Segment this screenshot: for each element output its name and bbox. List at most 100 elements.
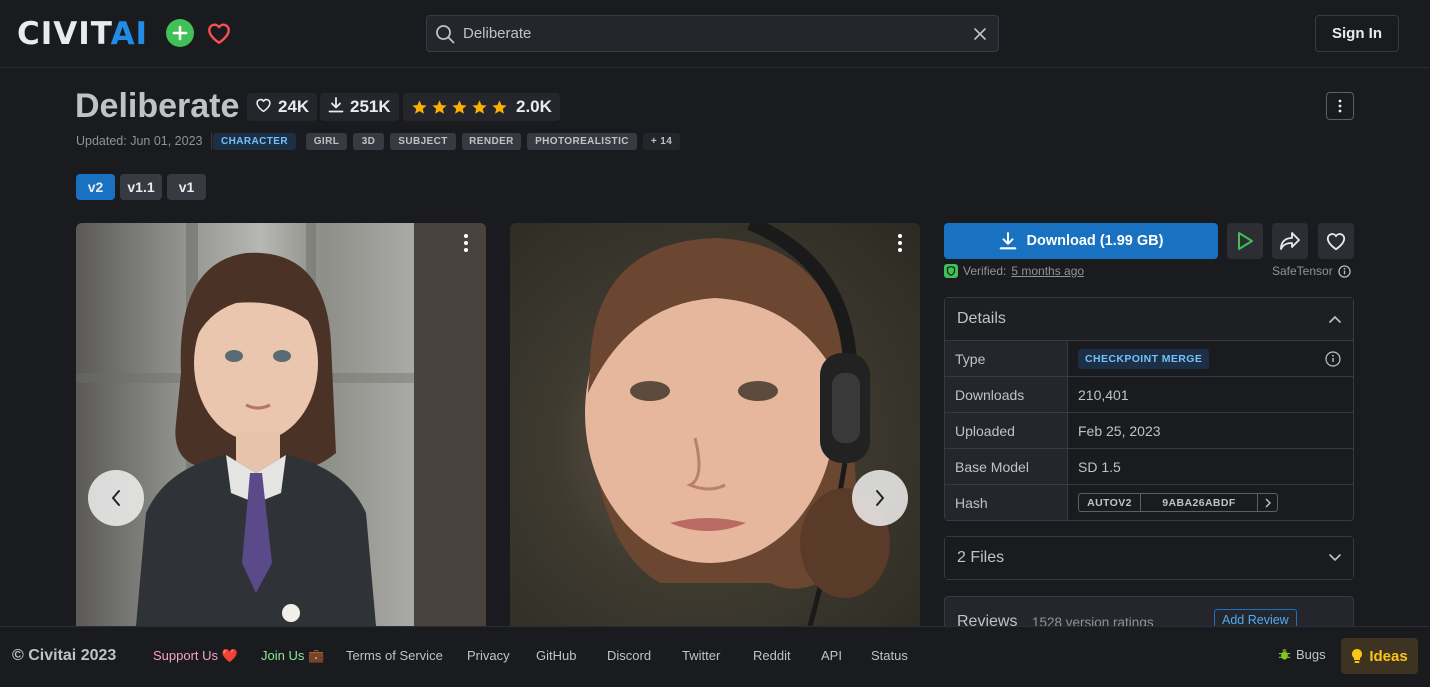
download-label: Download (1.99 GB): [1026, 233, 1164, 249]
details-value: SD 1.5: [1078, 458, 1121, 475]
info-icon[interactable]: [1338, 264, 1351, 278]
girl-with-headphones-illustration: [585, 223, 890, 626]
github-link[interactable]: GitHub: [536, 648, 576, 663]
likes-stat[interactable]: 24K: [247, 93, 318, 121]
search-icon: [435, 24, 455, 49]
image-options-button[interactable]: [456, 233, 476, 253]
rating-count: 2.0K: [516, 97, 552, 116]
top-header: CIVITAI Sign In: [0, 0, 1430, 68]
star-icon: [412, 99, 427, 114]
hash-copy-field[interactable]: AUTOV2 9ABA26ABDF: [1078, 493, 1278, 512]
tag-girl[interactable]: GIRL: [306, 133, 347, 150]
civitai-logo[interactable]: CIVITAI: [17, 16, 149, 52]
join-us-link[interactable]: Join Us 💼: [261, 648, 324, 664]
chevron-left-icon: [112, 490, 120, 506]
tag-character[interactable]: CHARACTER: [213, 133, 296, 150]
files-panel[interactable]: 2 Files: [944, 536, 1354, 580]
download-icon: [328, 96, 344, 118]
model-menu-button[interactable]: [1326, 92, 1354, 120]
verified-label: Verified:: [963, 264, 1007, 278]
details-value: Feb 25, 2023: [1078, 422, 1161, 439]
details-key: Base Model: [945, 449, 1068, 484]
rating-stars: [411, 99, 508, 116]
rating-stat[interactable]: 2.0K: [403, 93, 560, 121]
image-options-button[interactable]: [890, 233, 910, 253]
preview-image-1[interactable]: [76, 223, 486, 626]
bugs-link[interactable]: Bugs: [1278, 647, 1326, 662]
version-tab-v2[interactable]: v2: [76, 174, 115, 200]
star-icon: [492, 99, 507, 114]
version-tab-v1[interactable]: v1: [167, 174, 206, 200]
preview-image-2[interactable]: [510, 223, 920, 626]
details-key: Downloads: [945, 377, 1068, 412]
sign-in-button[interactable]: Sign In: [1315, 15, 1399, 52]
create-plus-icon[interactable]: [166, 19, 194, 47]
details-value: 210,401: [1078, 386, 1129, 403]
hash-type-selector[interactable]: AUTOV2: [1079, 494, 1141, 511]
hash-value[interactable]: 9ABA26ABDF: [1141, 494, 1258, 511]
details-key: Type: [945, 341, 1068, 376]
search-input[interactable]: [463, 16, 963, 51]
details-heading: Details: [957, 310, 1006, 327]
heart-icon: [255, 97, 272, 118]
girl-in-blazer-illustration: [76, 223, 486, 626]
share-button[interactable]: [1272, 223, 1308, 259]
downloads-stat: 251K: [320, 93, 399, 121]
more-tags-button[interactable]: + 14: [643, 133, 680, 150]
version-tab-v1-1[interactable]: v1.1: [120, 174, 162, 200]
carousel-prev-button[interactable]: [88, 470, 144, 526]
footer-copyright: © Civitai 2023: [12, 647, 117, 664]
chevron-down-icon: [1329, 554, 1341, 562]
details-row-downloads: Downloads 210,401: [945, 376, 1353, 412]
logo-accent-text: AI: [110, 16, 149, 52]
favorite-button[interactable]: [1318, 223, 1354, 259]
shield-check-icon: [944, 264, 958, 278]
details-panel: Details Type CHECKPOINT MERGE Downloads …: [944, 297, 1354, 521]
file-format: SafeTensor: [1272, 264, 1351, 278]
clear-search-icon[interactable]: [972, 26, 988, 42]
verified-status: Verified: 5 months ago: [944, 264, 1084, 278]
discord-link[interactable]: Discord: [607, 648, 651, 663]
more-vertical-icon: [898, 234, 902, 252]
info-icon[interactable]: [1325, 351, 1341, 367]
downloads-count: 251K: [350, 97, 391, 116]
tag-3d[interactable]: 3D: [353, 133, 384, 150]
details-header[interactable]: Details: [945, 298, 1353, 340]
chevron-right-icon[interactable]: [1258, 494, 1277, 511]
bug-icon: [1278, 648, 1291, 660]
star-icon: [452, 99, 467, 114]
support-us-link[interactable]: Support Us ❤️: [153, 648, 238, 664]
run-model-button[interactable]: [1227, 223, 1263, 259]
model-title: Deliberate: [75, 87, 240, 125]
reddit-link[interactable]: Reddit: [753, 648, 791, 663]
chevron-right-icon: [876, 490, 884, 506]
twitter-link[interactable]: Twitter: [682, 648, 720, 663]
details-key: Hash: [945, 485, 1068, 520]
bugs-label: Bugs: [1296, 647, 1326, 662]
api-link[interactable]: API: [821, 648, 842, 663]
carousel-next-button[interactable]: [852, 470, 908, 526]
details-key: Uploaded: [945, 413, 1068, 448]
verified-time-link[interactable]: 5 months ago: [1011, 264, 1084, 278]
logo-text: CIVIT: [17, 16, 111, 52]
details-row-base-model: Base Model SD 1.5: [945, 448, 1353, 484]
play-icon: [1238, 232, 1253, 250]
terms-link[interactable]: Terms of Service: [346, 648, 443, 663]
status-link[interactable]: Status: [871, 648, 908, 663]
tag-render[interactable]: RENDER: [462, 133, 521, 150]
download-icon: [999, 232, 1016, 250]
details-row-type: Type CHECKPOINT MERGE: [945, 340, 1353, 376]
lightbulb-icon: [1352, 649, 1363, 663]
details-row-hash: Hash AUTOV2 9ABA26ABDF: [945, 484, 1353, 520]
support-heart-icon[interactable]: [204, 19, 234, 47]
download-button[interactable]: Download (1.99 GB): [944, 223, 1218, 259]
heart-icon: [1326, 233, 1346, 251]
likes-count: 24K: [278, 97, 310, 116]
ideas-button[interactable]: Ideas: [1341, 638, 1418, 674]
privacy-link[interactable]: Privacy: [467, 648, 510, 663]
file-format-label: SafeTensor: [1272, 264, 1333, 278]
search-bar: [426, 15, 999, 52]
tag-subject[interactable]: SUBJECT: [390, 133, 456, 150]
tag-photorealistic[interactable]: PHOTOREALISTIC: [527, 133, 637, 150]
more-vertical-icon: [464, 234, 468, 252]
